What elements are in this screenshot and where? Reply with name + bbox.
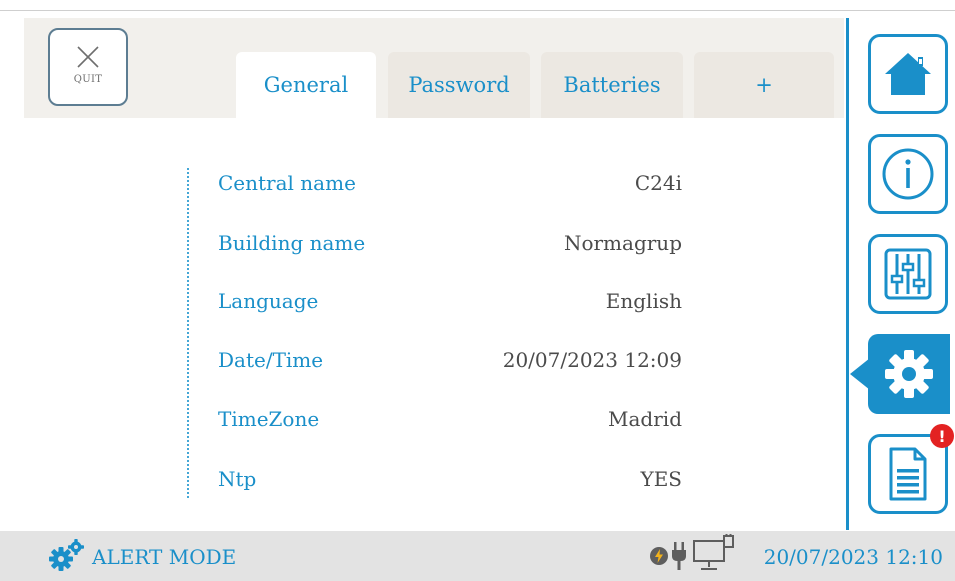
home-icon [885,53,931,95]
gear-icon [885,350,933,398]
timezone-label: TimeZone [218,407,320,431]
monitor-icon [693,534,734,570]
ntp-value[interactable]: YES [640,467,682,491]
central-name-value[interactable]: C24i [635,171,682,195]
alert-badge: ! [930,424,954,448]
tab-general-label: General [263,73,349,97]
sidebar-item-settings[interactable] [868,334,950,414]
tab-general[interactable]: General [236,52,376,118]
battery-charge-icon [650,547,668,565]
tab-add-label: + [755,73,773,97]
tab-batteries[interactable]: Batteries [541,52,683,118]
quit-label: QUIT [73,74,103,85]
sidebar-divider [846,18,849,530]
gears-icon [49,539,84,571]
quit-button[interactable]: QUIT [48,28,128,106]
tab-password-label: Password [408,73,510,97]
status-mode: ALERT MODE [92,545,237,569]
datetime-value[interactable]: 20/07/2023 12:09 [503,348,682,372]
language-value[interactable]: English [606,289,682,313]
settings-divider [187,168,189,498]
active-indicator [850,358,870,390]
sliders-icon [884,248,932,300]
tab-password[interactable]: Password [388,52,530,118]
sidebar-item-info[interactable] [868,134,948,214]
sidebar-item-home[interactable] [868,34,948,114]
building-name-value[interactable]: Normagrup [564,231,682,255]
close-icon [77,46,99,68]
building-name-label: Building name [218,231,366,255]
power-plug-icon [672,542,686,570]
status-datetime: 20/07/2023 12:10 [763,545,943,569]
sidebar-item-controls[interactable] [868,234,948,314]
document-icon [889,447,927,501]
settings-panel [24,118,844,530]
language-label: Language [218,289,319,313]
central-name-label: Central name [218,171,356,195]
tab-add[interactable]: + [694,52,834,118]
info-icon [882,148,934,200]
top-frame-line [0,10,955,11]
ntp-label: Ntp [218,467,257,491]
tab-batteries-label: Batteries [563,73,661,97]
timezone-value[interactable]: Madrid [608,407,682,431]
datetime-label: Date/Time [218,348,324,372]
